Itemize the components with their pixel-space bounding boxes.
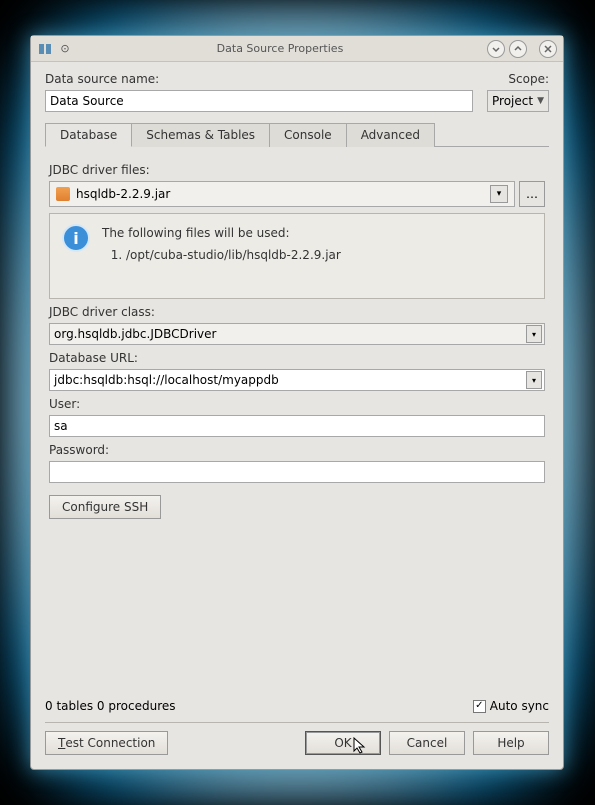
close-button[interactable]	[539, 40, 557, 58]
chevron-down-icon: ▼	[537, 96, 544, 106]
test-connection-button[interactable]: Test Connection	[45, 731, 168, 755]
titlebar: ⊙ Data Source Properties	[31, 36, 563, 62]
tab-advanced[interactable]: Advanced	[346, 123, 435, 147]
cancel-button[interactable]: Cancel	[389, 731, 465, 755]
scope-select[interactable]: Project ▼	[487, 90, 549, 112]
user-label: User:	[49, 397, 545, 411]
info-box: i The following files will be used: /opt…	[49, 213, 545, 299]
driver-class-label: JDBC driver class:	[49, 305, 545, 319]
scope-value: Project	[492, 94, 533, 108]
driver-class-combo[interactable]: org.hsqldb.jdbc.JDBCDriver ▾	[49, 323, 545, 345]
pin-icon[interactable]: ⊙	[57, 41, 73, 57]
tab-schemas[interactable]: Schemas & Tables	[131, 123, 270, 147]
app-icon	[37, 41, 53, 57]
info-icon: i	[62, 224, 90, 252]
dialog-window: ⊙ Data Source Properties Data source nam…	[30, 35, 564, 770]
tab-database[interactable]: Database	[45, 123, 132, 147]
password-label: Password:	[49, 443, 545, 457]
name-input[interactable]	[45, 90, 473, 112]
url-label: Database URL:	[49, 351, 545, 365]
name-label: Data source name:	[45, 72, 500, 86]
checkbox-box: ✓	[473, 700, 486, 713]
jar-icon	[56, 187, 70, 201]
driver-files-label: JDBC driver files:	[49, 163, 545, 177]
browse-button[interactable]: …	[519, 181, 545, 207]
user-input[interactable]	[49, 415, 545, 437]
tab-console[interactable]: Console	[269, 123, 347, 147]
status-text: 0 tables 0 procedures	[45, 699, 176, 713]
ok-button[interactable]: OK	[305, 731, 381, 755]
minimize-button[interactable]	[487, 40, 505, 58]
chevron-down-icon[interactable]: ▾	[490, 185, 508, 203]
tabs: Database Schemas & Tables Console Advanc…	[45, 122, 549, 147]
scope-label: Scope:	[508, 72, 549, 86]
url-combo[interactable]: jdbc:hsqldb:hsql://localhost/myappdb ▾	[49, 369, 545, 391]
url-value: jdbc:hsqldb:hsql://localhost/myappdb	[54, 373, 279, 387]
configure-ssh-button[interactable]: Configure SSH	[49, 495, 161, 519]
driver-file-value: hsqldb-2.2.9.jar	[76, 187, 484, 201]
maximize-button[interactable]	[509, 40, 527, 58]
auto-sync-checkbox[interactable]: ✓ Auto sync	[473, 699, 549, 713]
driver-file-combo[interactable]: hsqldb-2.2.9.jar ▾	[49, 181, 515, 207]
help-button[interactable]: Help	[473, 731, 549, 755]
chevron-down-icon[interactable]: ▾	[526, 371, 542, 389]
window-title: Data Source Properties	[73, 42, 487, 55]
password-input[interactable]	[49, 461, 545, 483]
info-header: The following files will be used:	[102, 224, 341, 242]
chevron-down-icon[interactable]: ▾	[526, 325, 542, 343]
driver-class-value: org.hsqldb.jdbc.JDBCDriver	[54, 327, 216, 341]
info-file-item: /opt/cuba-studio/lib/hsqldb-2.2.9.jar	[126, 246, 341, 264]
auto-sync-label: Auto sync	[490, 699, 549, 713]
